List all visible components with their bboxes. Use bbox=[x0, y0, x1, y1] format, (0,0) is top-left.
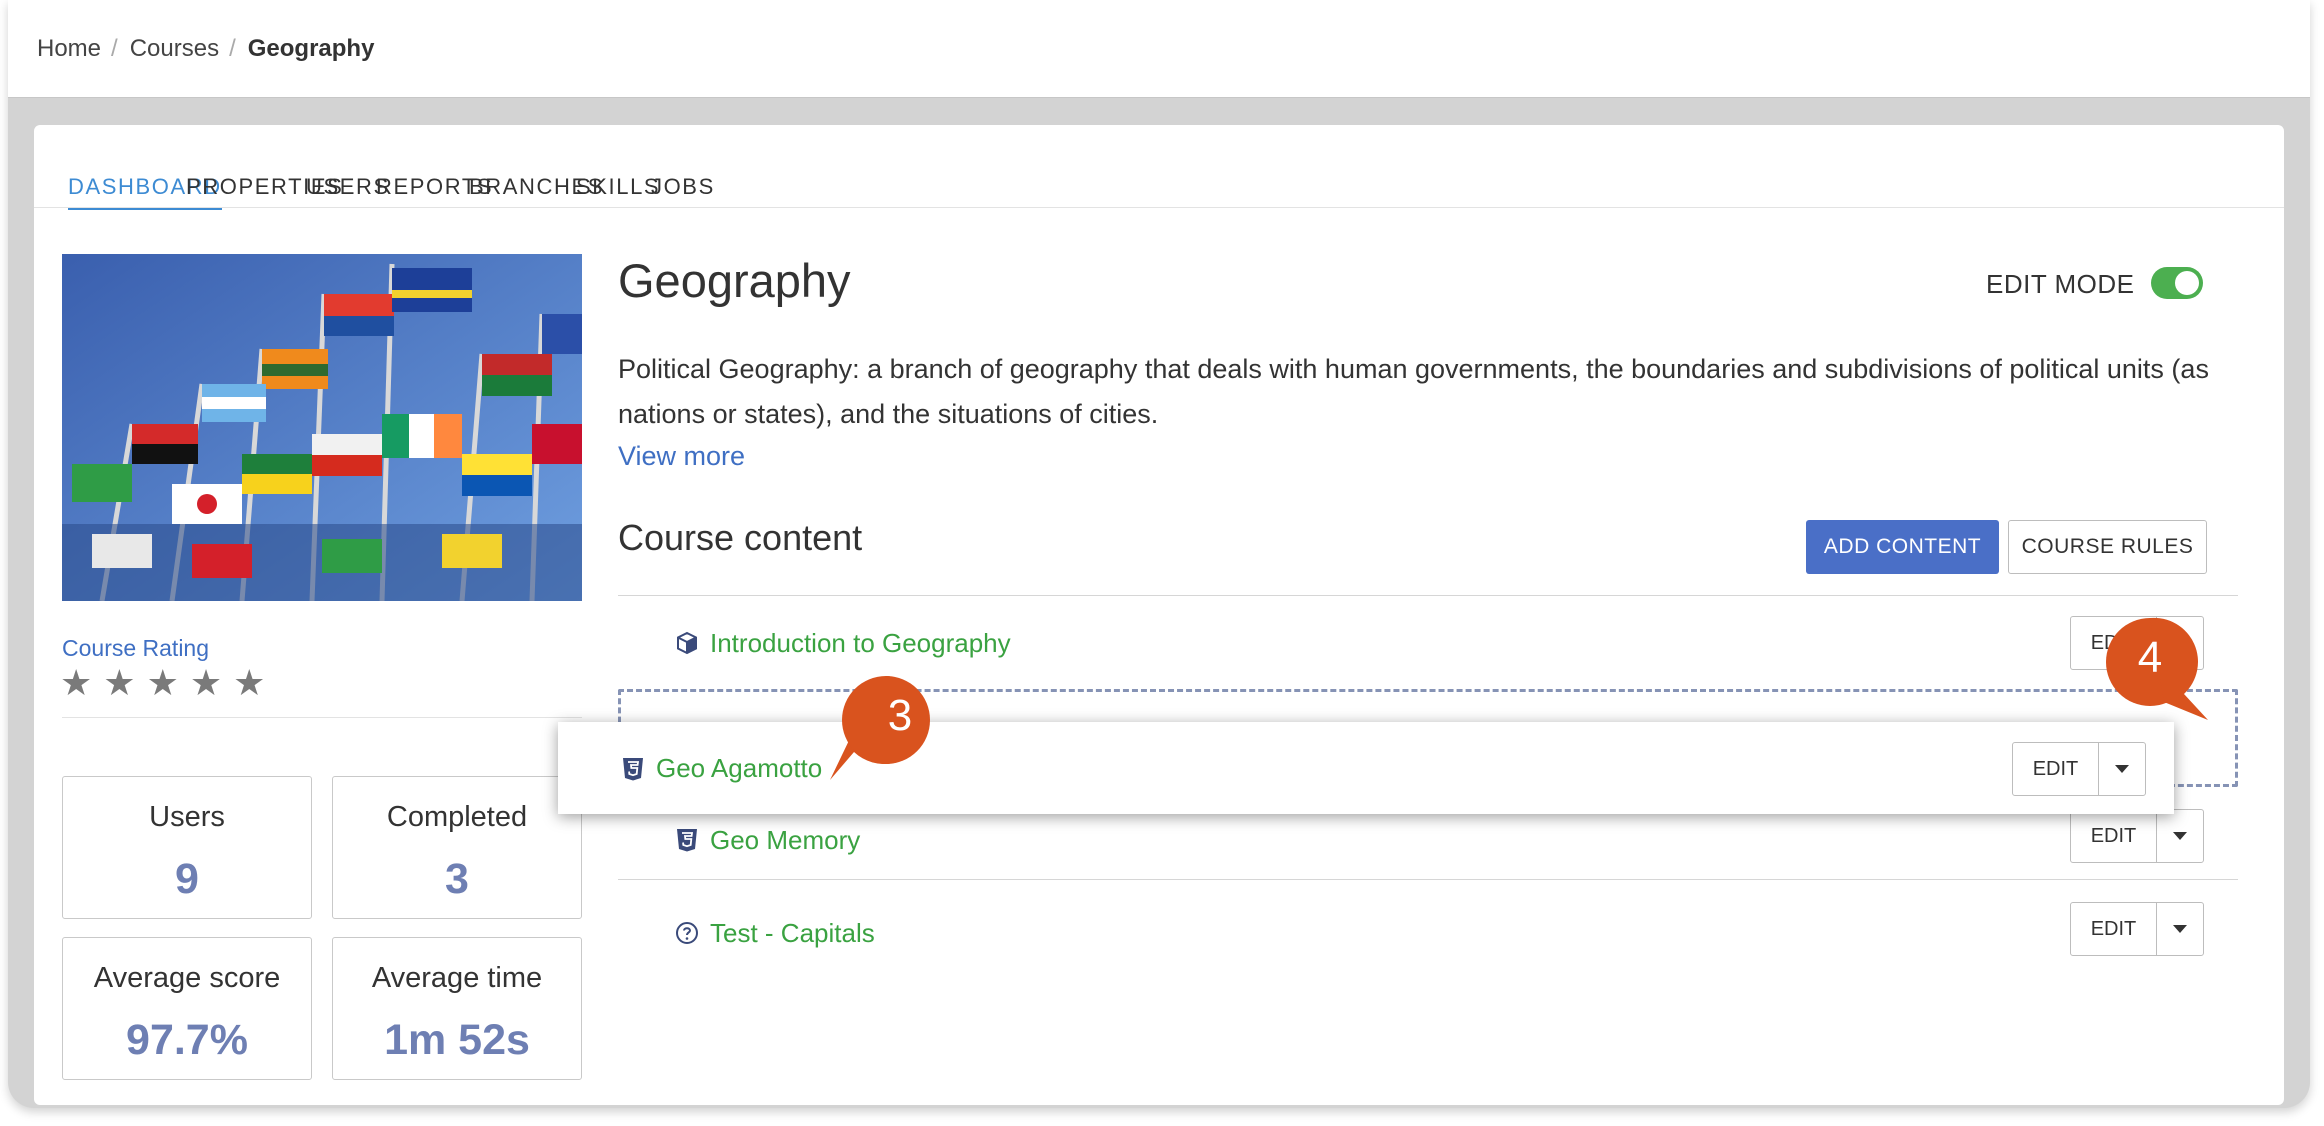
course-card: DASHBOARD PROPERTIES USERS REPORTS BRANC… bbox=[34, 125, 2284, 1105]
tab-jobs[interactable]: JOBS bbox=[651, 174, 715, 208]
stat-average-time: Average time 1m 52s bbox=[332, 937, 582, 1080]
view-more-link[interactable]: View more bbox=[618, 441, 745, 472]
callout-number: 3 bbox=[887, 691, 913, 740]
star-icon[interactable]: ★ bbox=[103, 665, 135, 701]
breadcrumb-home[interactable]: Home bbox=[37, 35, 101, 63]
html5-icon bbox=[674, 827, 700, 853]
dragging-content-item[interactable]: Geo Agamotto EDIT bbox=[558, 722, 2174, 814]
breadcrumb-courses[interactable]: Courses bbox=[130, 35, 219, 63]
content-item-name[interactable]: Geo Agamotto bbox=[656, 753, 822, 784]
divider bbox=[618, 595, 2238, 596]
edit-button[interactable]: EDIT bbox=[2071, 810, 2157, 862]
edit-mode-label: EDIT MODE bbox=[1986, 269, 2135, 299]
edit-button[interactable]: EDIT bbox=[2071, 903, 2157, 955]
course-description: Political Geography: a branch of geograp… bbox=[618, 354, 2209, 429]
stat-completed: Completed 3 bbox=[332, 776, 582, 919]
tab-bar: DASHBOARD PROPERTIES USERS REPORTS BRANC… bbox=[34, 125, 2284, 210]
stat-label: Users bbox=[149, 801, 225, 833]
divider bbox=[62, 717, 582, 718]
course-rating-label: Course Rating bbox=[62, 635, 210, 661]
tab-skills[interactable]: SKILLS bbox=[576, 174, 660, 208]
stat-average-score: Average score 97.7% bbox=[62, 937, 312, 1080]
stat-label: Completed bbox=[386, 801, 528, 833]
content-item-name[interactable]: Test - Capitals bbox=[710, 918, 875, 949]
scorm-box-icon bbox=[674, 630, 700, 656]
top-bar: Home / Courses / Geography bbox=[8, 0, 2310, 98]
caret-down-icon[interactable] bbox=[2157, 903, 2203, 955]
course-rules-button[interactable]: COURSE RULES bbox=[2008, 520, 2207, 574]
breadcrumb: Home / Courses / Geography bbox=[37, 35, 374, 63]
question-circle-icon bbox=[674, 920, 700, 946]
content-item-name[interactable]: Geo Memory bbox=[710, 825, 860, 856]
stat-value: 3 bbox=[445, 855, 469, 903]
breadcrumb-current: Geography bbox=[247, 35, 375, 62]
content-item-name[interactable]: Introduction to Geography bbox=[710, 628, 1011, 659]
callout-number: 4 bbox=[2137, 633, 2163, 682]
course-image bbox=[62, 254, 582, 601]
edit-mode-toggle[interactable] bbox=[2151, 267, 2203, 299]
breadcrumb-separator: / bbox=[229, 35, 236, 62]
callout-marker: 3 bbox=[830, 672, 934, 780]
html5-icon bbox=[620, 756, 646, 782]
divider bbox=[618, 879, 2238, 880]
star-icon[interactable]: ★ bbox=[233, 665, 265, 701]
caret-down-icon[interactable] bbox=[2099, 743, 2145, 795]
content-item[interactable]: Geo Memory bbox=[618, 805, 2238, 875]
stat-label: Average score bbox=[93, 962, 281, 994]
stat-label: Average time bbox=[371, 962, 543, 994]
caret-down-icon[interactable] bbox=[2157, 810, 2203, 862]
stat-users: Users 9 bbox=[62, 776, 312, 919]
stat-value: 1m 52s bbox=[384, 1016, 530, 1064]
edit-split-button[interactable]: EDIT bbox=[2012, 742, 2146, 796]
page-title: Geography bbox=[618, 254, 851, 307]
stat-value: 97.7% bbox=[126, 1016, 248, 1064]
add-content-button[interactable]: ADD CONTENT bbox=[1806, 520, 1999, 574]
edit-button[interactable]: EDIT bbox=[2013, 743, 2099, 795]
breadcrumb-separator: / bbox=[111, 35, 118, 62]
edit-split-button[interactable]: EDIT bbox=[2070, 902, 2204, 956]
edit-split-button[interactable]: EDIT bbox=[2070, 809, 2204, 863]
rating-stars[interactable]: ★ ★ ★ ★ ★ bbox=[60, 665, 265, 701]
star-icon[interactable]: ★ bbox=[60, 665, 92, 701]
app-frame: Home / Courses / Geography DASHBOARD PRO… bbox=[8, 0, 2310, 1108]
star-icon[interactable]: ★ bbox=[147, 665, 179, 701]
callout-marker: 4 bbox=[2104, 614, 2208, 720]
stat-value: 9 bbox=[175, 855, 199, 903]
content-item[interactable]: Test - Capitals bbox=[618, 898, 2238, 968]
star-icon[interactable]: ★ bbox=[190, 665, 222, 701]
course-content-title: Course content bbox=[618, 517, 863, 558]
